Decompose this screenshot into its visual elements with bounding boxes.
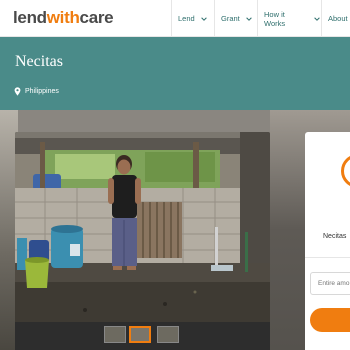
nav-item-grant[interactable]: Grant bbox=[214, 0, 257, 37]
chevron-down-icon bbox=[314, 16, 320, 21]
nav-item-label: How it Works bbox=[264, 9, 286, 28]
funding-progress-ring bbox=[341, 154, 350, 188]
nav-item-how-it-works[interactable]: How it Works bbox=[257, 0, 321, 37]
logo-text-with: with bbox=[46, 8, 80, 27]
logo-text-lend: lend bbox=[13, 8, 47, 27]
lend-button[interactable] bbox=[310, 308, 350, 332]
borrower-name: Necitas bbox=[15, 53, 63, 70]
top-navigation: lendwithcare Lend Grant How it Works Abo… bbox=[0, 0, 350, 37]
nav-item-label: About bbox=[328, 14, 348, 23]
nav-item-label: Lend bbox=[178, 14, 195, 23]
borrower-photo[interactable] bbox=[15, 132, 270, 337]
site-logo[interactable]: lendwithcare bbox=[13, 8, 114, 28]
lend-card-borrower-name: Necitas bbox=[323, 233, 347, 240]
nav-item-label: Grant bbox=[221, 14, 240, 23]
location-text: Philippines bbox=[25, 88, 59, 95]
map-pin-icon bbox=[14, 87, 21, 96]
photo-thumbnail-strip bbox=[15, 322, 270, 350]
photo-thumbnail[interactable] bbox=[104, 326, 126, 343]
photo-thumbnail[interactable] bbox=[157, 326, 179, 343]
loan-amount-input[interactable] bbox=[310, 272, 350, 295]
chevron-down-icon bbox=[245, 16, 252, 21]
photo-illustration bbox=[15, 132, 270, 322]
card-divider bbox=[305, 257, 350, 258]
borrower-location: Philippines bbox=[14, 87, 59, 96]
lend-card: Necitas bbox=[305, 132, 350, 350]
chevron-down-icon bbox=[200, 16, 207, 21]
photo-thumbnail-selected[interactable] bbox=[129, 326, 151, 343]
logo-text-care: care bbox=[79, 8, 114, 27]
nav-item-about[interactable]: About bbox=[321, 0, 350, 37]
borrower-header: Necitas Philippines bbox=[0, 37, 350, 110]
nav-item-lend[interactable]: Lend bbox=[171, 0, 214, 37]
